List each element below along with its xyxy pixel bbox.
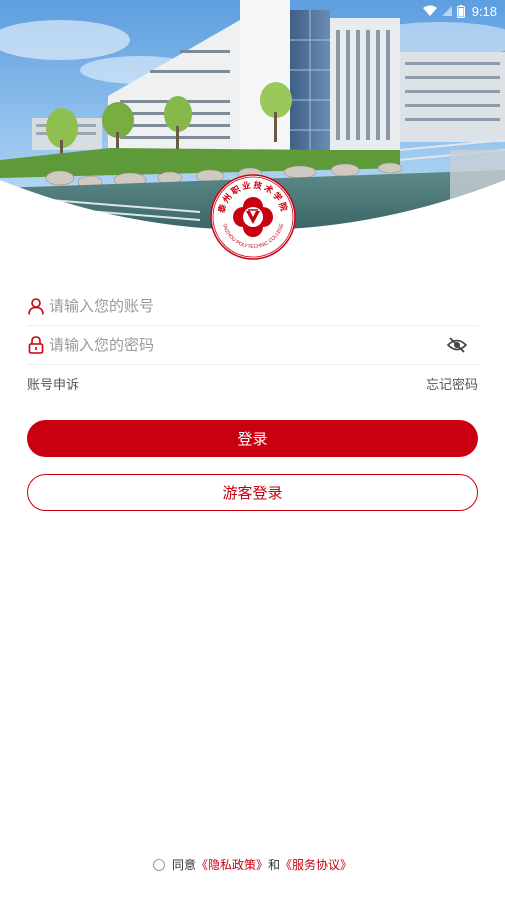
- guest-login-button[interactable]: 游客登录: [27, 474, 478, 511]
- lock-icon: [27, 336, 45, 354]
- battery-icon: [456, 4, 465, 18]
- hide-password-icon[interactable]: [444, 332, 470, 358]
- college-emblem: 泰州职业技术学院 TAIZHOU POLYTECHNIC COLLEGE: [210, 174, 296, 260]
- wifi-icon: [422, 5, 437, 17]
- signal-icon: [441, 5, 453, 17]
- account-input[interactable]: [49, 291, 478, 321]
- agree-conjunction: 和: [268, 858, 281, 872]
- user-icon: [27, 297, 45, 315]
- account-field: [27, 287, 478, 326]
- service-agreement-link[interactable]: 《服务协议》: [280, 856, 352, 873]
- account-links: 账号申诉 忘记密码: [27, 374, 478, 393]
- status-time: 9:18: [471, 3, 497, 19]
- agreement-row: 同意 《隐私政策》 和 《服务协议》: [0, 856, 505, 873]
- password-field: [27, 326, 478, 365]
- status-bar: 9:18: [422, 0, 505, 22]
- password-input[interactable]: [49, 330, 444, 360]
- agree-radio[interactable]: [152, 858, 165, 871]
- agree-prefix: 同意: [171, 858, 196, 872]
- forgot-password-link[interactable]: 忘记密码: [426, 374, 478, 393]
- login-button[interactable]: 登录: [27, 420, 478, 457]
- privacy-policy-link[interactable]: 《隐私政策》: [196, 856, 268, 873]
- account-appeal-link[interactable]: 账号申诉: [27, 374, 79, 393]
